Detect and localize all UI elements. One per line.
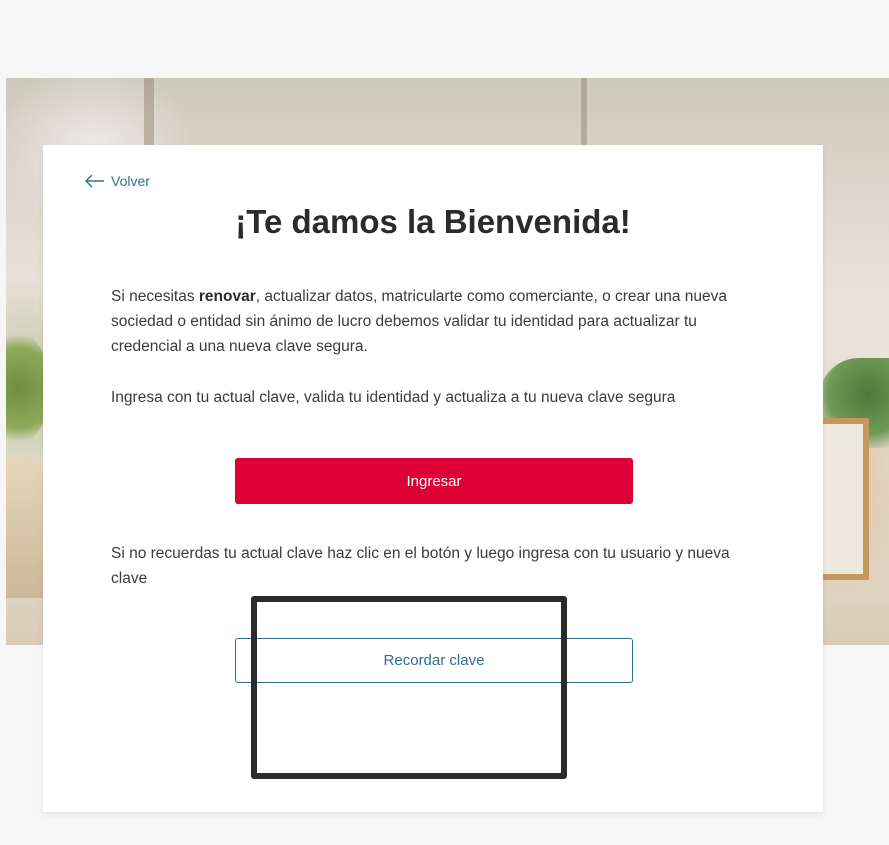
arrow-left-icon xyxy=(85,174,105,188)
back-link[interactable]: Volver xyxy=(85,173,150,189)
intro-paragraph: Si necesitas renovar, actualizar datos, … xyxy=(111,284,761,359)
background-plant xyxy=(6,328,46,448)
page-title: ¡Te damos la Bienvenida! xyxy=(235,203,631,240)
back-link-label: Volver xyxy=(111,173,150,189)
remember-password-button[interactable]: Recordar clave xyxy=(235,638,633,683)
background-cloth xyxy=(6,458,46,598)
intro-bold-word: renovar xyxy=(198,288,256,305)
intro-prefix: Si necesitas xyxy=(111,288,199,305)
forgot-password-paragraph: Si no recuerdas tu actual clave haz clic… xyxy=(111,545,730,587)
background-beam xyxy=(581,78,587,148)
login-button[interactable]: Ingresar xyxy=(235,458,633,504)
background-beam xyxy=(144,78,154,148)
instruction-paragraph: Ingresa con tu actual clave, valida tu i… xyxy=(111,389,676,406)
welcome-card: Volver ¡Te damos la Bienvenida! Si neces… xyxy=(43,145,823,812)
